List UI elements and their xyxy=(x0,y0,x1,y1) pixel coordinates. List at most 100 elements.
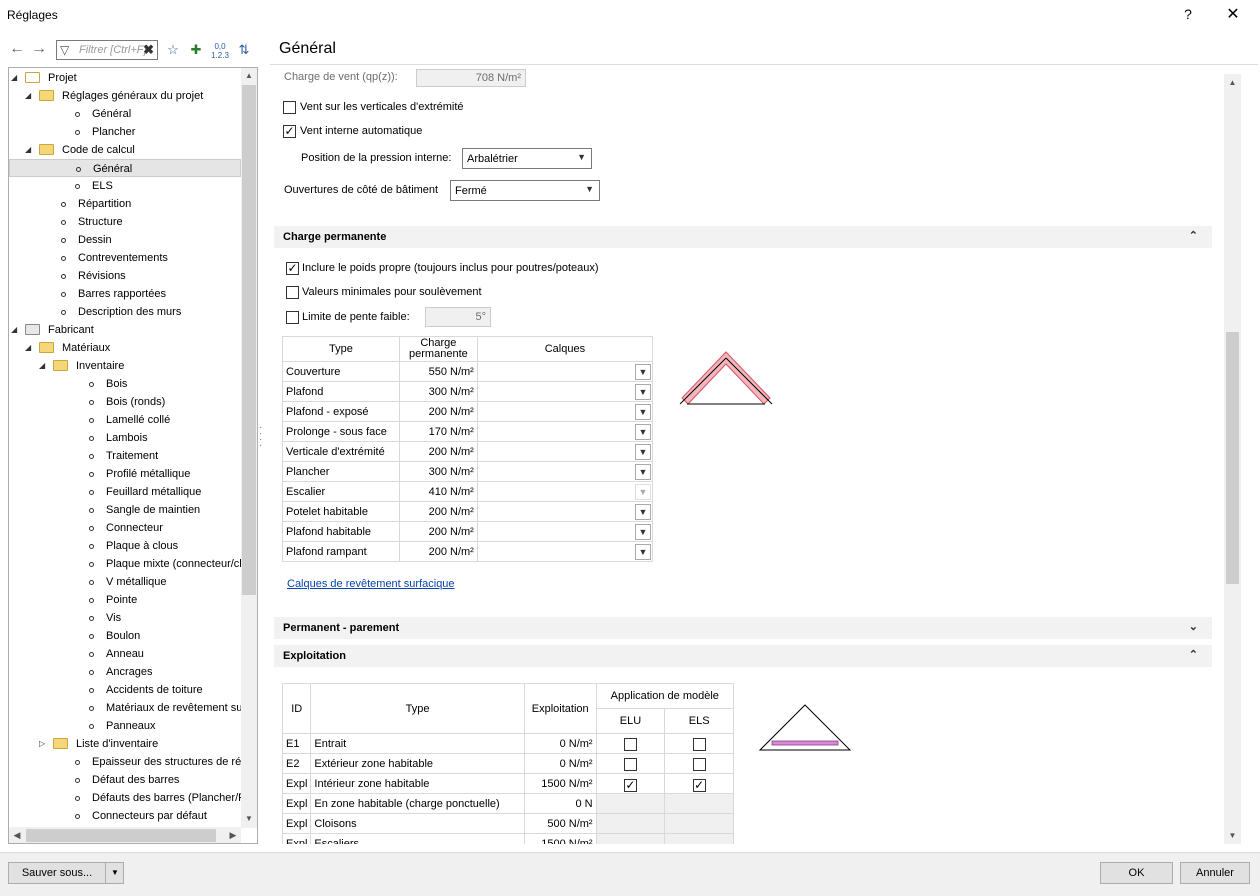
row-els-cell[interactable] xyxy=(664,773,734,794)
tree-item[interactable]: Lambois xyxy=(9,429,241,447)
low-slope-checkbox[interactable] xyxy=(286,311,299,324)
tree-item[interactable]: Structure xyxy=(9,213,241,231)
collapse-arrow-icon[interactable]: ◢ xyxy=(11,321,21,339)
tree-item[interactable]: Connecteurs par défaut xyxy=(9,807,241,825)
chevron-down-icon[interactable]: ▼ xyxy=(635,403,651,420)
load-value-cell[interactable]: 410 N/m² xyxy=(398,481,478,502)
pane-splitter[interactable]: · · · · xyxy=(259,423,262,451)
row-value-cell[interactable]: 1500 N/m² xyxy=(523,773,597,794)
content-vertical-scrollbar[interactable]: ▲ ▼ xyxy=(1224,74,1241,844)
tree-item[interactable]: Pointe xyxy=(9,591,241,609)
tree-item[interactable]: Traitement xyxy=(9,447,241,465)
row-elu-cell[interactable] xyxy=(595,733,666,754)
tree-horizontal-scrollbar[interactable]: ◀ ▶ xyxy=(9,827,241,843)
tree-item[interactable]: Description des murs xyxy=(9,303,241,321)
save-as-button[interactable]: Sauver sous... ▼ xyxy=(8,862,124,884)
load-value-cell[interactable]: 300 N/m² xyxy=(398,381,478,402)
tree-item[interactable]: Ancrages xyxy=(9,663,241,681)
tree-item[interactable]: Matériaux de revêtement surfaci xyxy=(9,699,257,717)
tree-item[interactable]: Défauts des barres (Plancher/Posi) xyxy=(9,789,257,807)
elu-checkbox[interactable] xyxy=(623,757,637,771)
tree-hscroll-thumb[interactable] xyxy=(26,829,216,842)
internal-wind-checkbox[interactable] xyxy=(283,125,296,138)
numbering-icon[interactable]: 0,0 1.2.3 xyxy=(210,40,230,60)
tree-item[interactable]: Bois (ronds) xyxy=(9,393,241,411)
row-value-cell[interactable]: 0 N/m² xyxy=(523,733,597,754)
tree-item[interactable]: Profilé métallique xyxy=(9,465,241,483)
help-button[interactable]: ? xyxy=(1178,6,1198,24)
tree-item[interactable]: Boulon xyxy=(9,627,241,645)
ok-button[interactable]: OK xyxy=(1100,862,1173,884)
tree-item[interactable]: Panneaux xyxy=(9,717,241,735)
tree-item[interactable]: Plaque mixte (connecteur/clous xyxy=(9,555,257,573)
scroll-up-icon[interactable]: ▲ xyxy=(241,68,257,84)
tree-item[interactable]: ◢ Inventaire xyxy=(9,357,241,375)
tree-item[interactable]: ◢ Code de calcul xyxy=(9,141,241,159)
cancel-button[interactable]: Annuler xyxy=(1180,862,1250,884)
load-value-cell[interactable]: 200 N/m² xyxy=(398,501,478,522)
tree-item[interactable]: Connecteur xyxy=(9,519,241,537)
row-elu-cell[interactable] xyxy=(595,773,666,794)
tree-item[interactable]: Répartition xyxy=(9,195,241,213)
tree-item[interactable]: Général xyxy=(9,105,241,123)
scroll-right-icon[interactable]: ▶ xyxy=(225,827,241,843)
sort-icon[interactable]: ⇅ xyxy=(234,40,254,60)
tree-item[interactable]: Accidents de toiture xyxy=(9,681,241,699)
tree-item[interactable]: Général xyxy=(9,159,241,177)
row-value-cell[interactable]: 1500 N/m² xyxy=(523,833,597,844)
tree-item[interactable]: Anneau xyxy=(9,645,241,663)
tree-item[interactable]: Epaisseur des structures de répartit xyxy=(9,753,257,771)
close-button[interactable]: ✕ xyxy=(1222,4,1244,24)
filter-input[interactable]: ▽ Filtrer [Ctrl+F] ✖ xyxy=(56,40,158,60)
layers-select-cell[interactable]: ▼ xyxy=(476,541,654,562)
chevron-down-icon[interactable]: ▼ xyxy=(635,463,651,480)
tree-item[interactable]: Barres rapportées xyxy=(9,285,241,303)
tree-item[interactable]: Défaut des barres xyxy=(9,771,241,789)
row-els-cell[interactable] xyxy=(664,733,734,754)
clear-filter-icon[interactable]: ✖ xyxy=(143,42,154,58)
vert-ext-checkbox[interactable] xyxy=(283,101,296,114)
layers-select-cell[interactable]: ▼ xyxy=(476,401,654,422)
els-checkbox[interactable] xyxy=(692,779,706,792)
collapse-arrow-icon[interactable]: ◢ xyxy=(11,69,21,87)
chevron-down-icon[interactable]: ▼ xyxy=(107,863,123,883)
scroll-left-icon[interactable]: ◀ xyxy=(9,827,25,843)
forward-icon[interactable]: → xyxy=(30,38,48,60)
tree-item[interactable]: Sangle de maintien xyxy=(9,501,241,519)
chevron-down-icon[interactable]: ▼ xyxy=(635,543,651,560)
load-value-cell[interactable]: 200 N/m² xyxy=(398,401,478,422)
min-uplift-checkbox[interactable] xyxy=(286,286,299,299)
self-weight-checkbox[interactable] xyxy=(286,262,299,275)
scroll-down-icon[interactable]: ▼ xyxy=(1224,827,1241,844)
tree-item[interactable]: ◢ Projet xyxy=(9,69,241,87)
scroll-up-icon[interactable]: ▲ xyxy=(1224,74,1241,91)
scroll-down-icon[interactable]: ▼ xyxy=(241,811,257,827)
elu-checkbox[interactable] xyxy=(623,737,637,751)
tree-vertical-scrollbar[interactable]: ▲ ▼ xyxy=(241,68,257,828)
load-value-cell[interactable]: 550 N/m² xyxy=(398,361,478,382)
tree-item[interactable]: Contreventements xyxy=(9,249,241,267)
layers-select-cell[interactable]: ▼ xyxy=(476,441,654,462)
load-value-cell[interactable]: 300 N/m² xyxy=(398,461,478,482)
collapse-arrow-icon[interactable]: ◢ xyxy=(25,87,35,105)
load-value-cell[interactable]: 200 N/m² xyxy=(398,441,478,462)
tree-item[interactable]: V métallique xyxy=(9,573,241,591)
els-checkbox[interactable] xyxy=(692,757,706,771)
row-value-cell[interactable]: 500 N/m² xyxy=(523,813,597,834)
layers-select-cell[interactable]: ▼ xyxy=(476,501,654,522)
content-scroll-thumb[interactable] xyxy=(1226,332,1239,584)
row-els-cell[interactable] xyxy=(664,753,734,774)
tree-item[interactable]: ELS xyxy=(9,177,241,195)
chevron-down-icon[interactable]: ▼ xyxy=(635,523,651,540)
tree-item[interactable]: ▷ Liste d'inventaire xyxy=(9,735,241,753)
layers-select-cell[interactable]: ▼ xyxy=(476,421,654,442)
collapse-arrow-icon[interactable]: ◢ xyxy=(39,357,49,375)
tree-item[interactable]: Révisions xyxy=(9,267,241,285)
tree-item[interactable]: Lamellé collé xyxy=(9,411,241,429)
expand-arrow-icon[interactable]: ▷ xyxy=(39,735,49,753)
tree-item[interactable]: Feuillard métallique xyxy=(9,483,241,501)
tree-item[interactable]: Plancher xyxy=(9,123,241,141)
row-value-cell[interactable]: 0 N/m² xyxy=(523,753,597,774)
chevron-down-icon[interactable]: ▼ xyxy=(635,383,651,400)
tree-item[interactable]: Bois xyxy=(9,375,241,393)
